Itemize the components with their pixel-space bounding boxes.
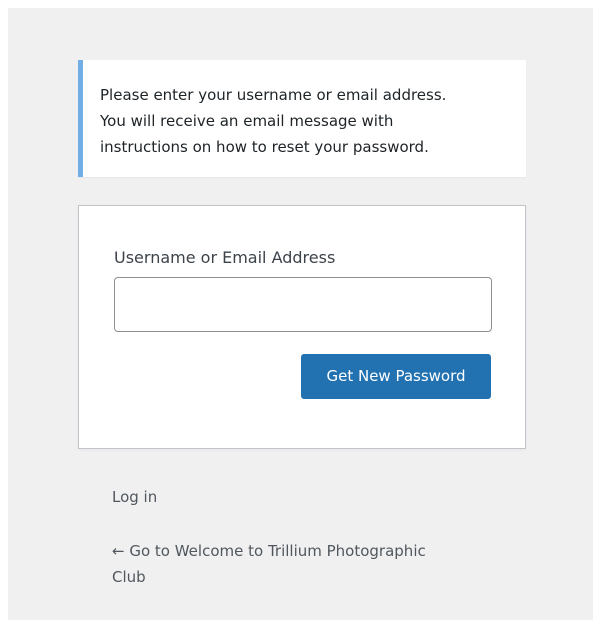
- message-line: Please enter your username or email addr…: [100, 86, 447, 104]
- username-email-input[interactable]: [114, 277, 492, 332]
- back-to-site-link[interactable]: ← Go to Welcome to Trillium Photographic…: [112, 538, 492, 590]
- log-in-link[interactable]: Log in: [112, 486, 157, 508]
- get-new-password-button[interactable]: Get New Password: [301, 354, 491, 399]
- back-link-line: ← Go to Welcome to Trillium Photographic: [112, 542, 426, 560]
- lost-password-message: Please enter your username or email addr…: [78, 60, 526, 177]
- message-line: You will receive an email message with: [100, 112, 394, 130]
- lost-password-form: Username or Email Address Get New Passwo…: [78, 205, 526, 449]
- login-page: Please enter your username or email addr…: [8, 8, 593, 620]
- username-email-label: Username or Email Address: [114, 248, 336, 267]
- message-line: instructions on how to reset your passwo…: [100, 138, 429, 156]
- back-link-line: Club: [112, 568, 146, 586]
